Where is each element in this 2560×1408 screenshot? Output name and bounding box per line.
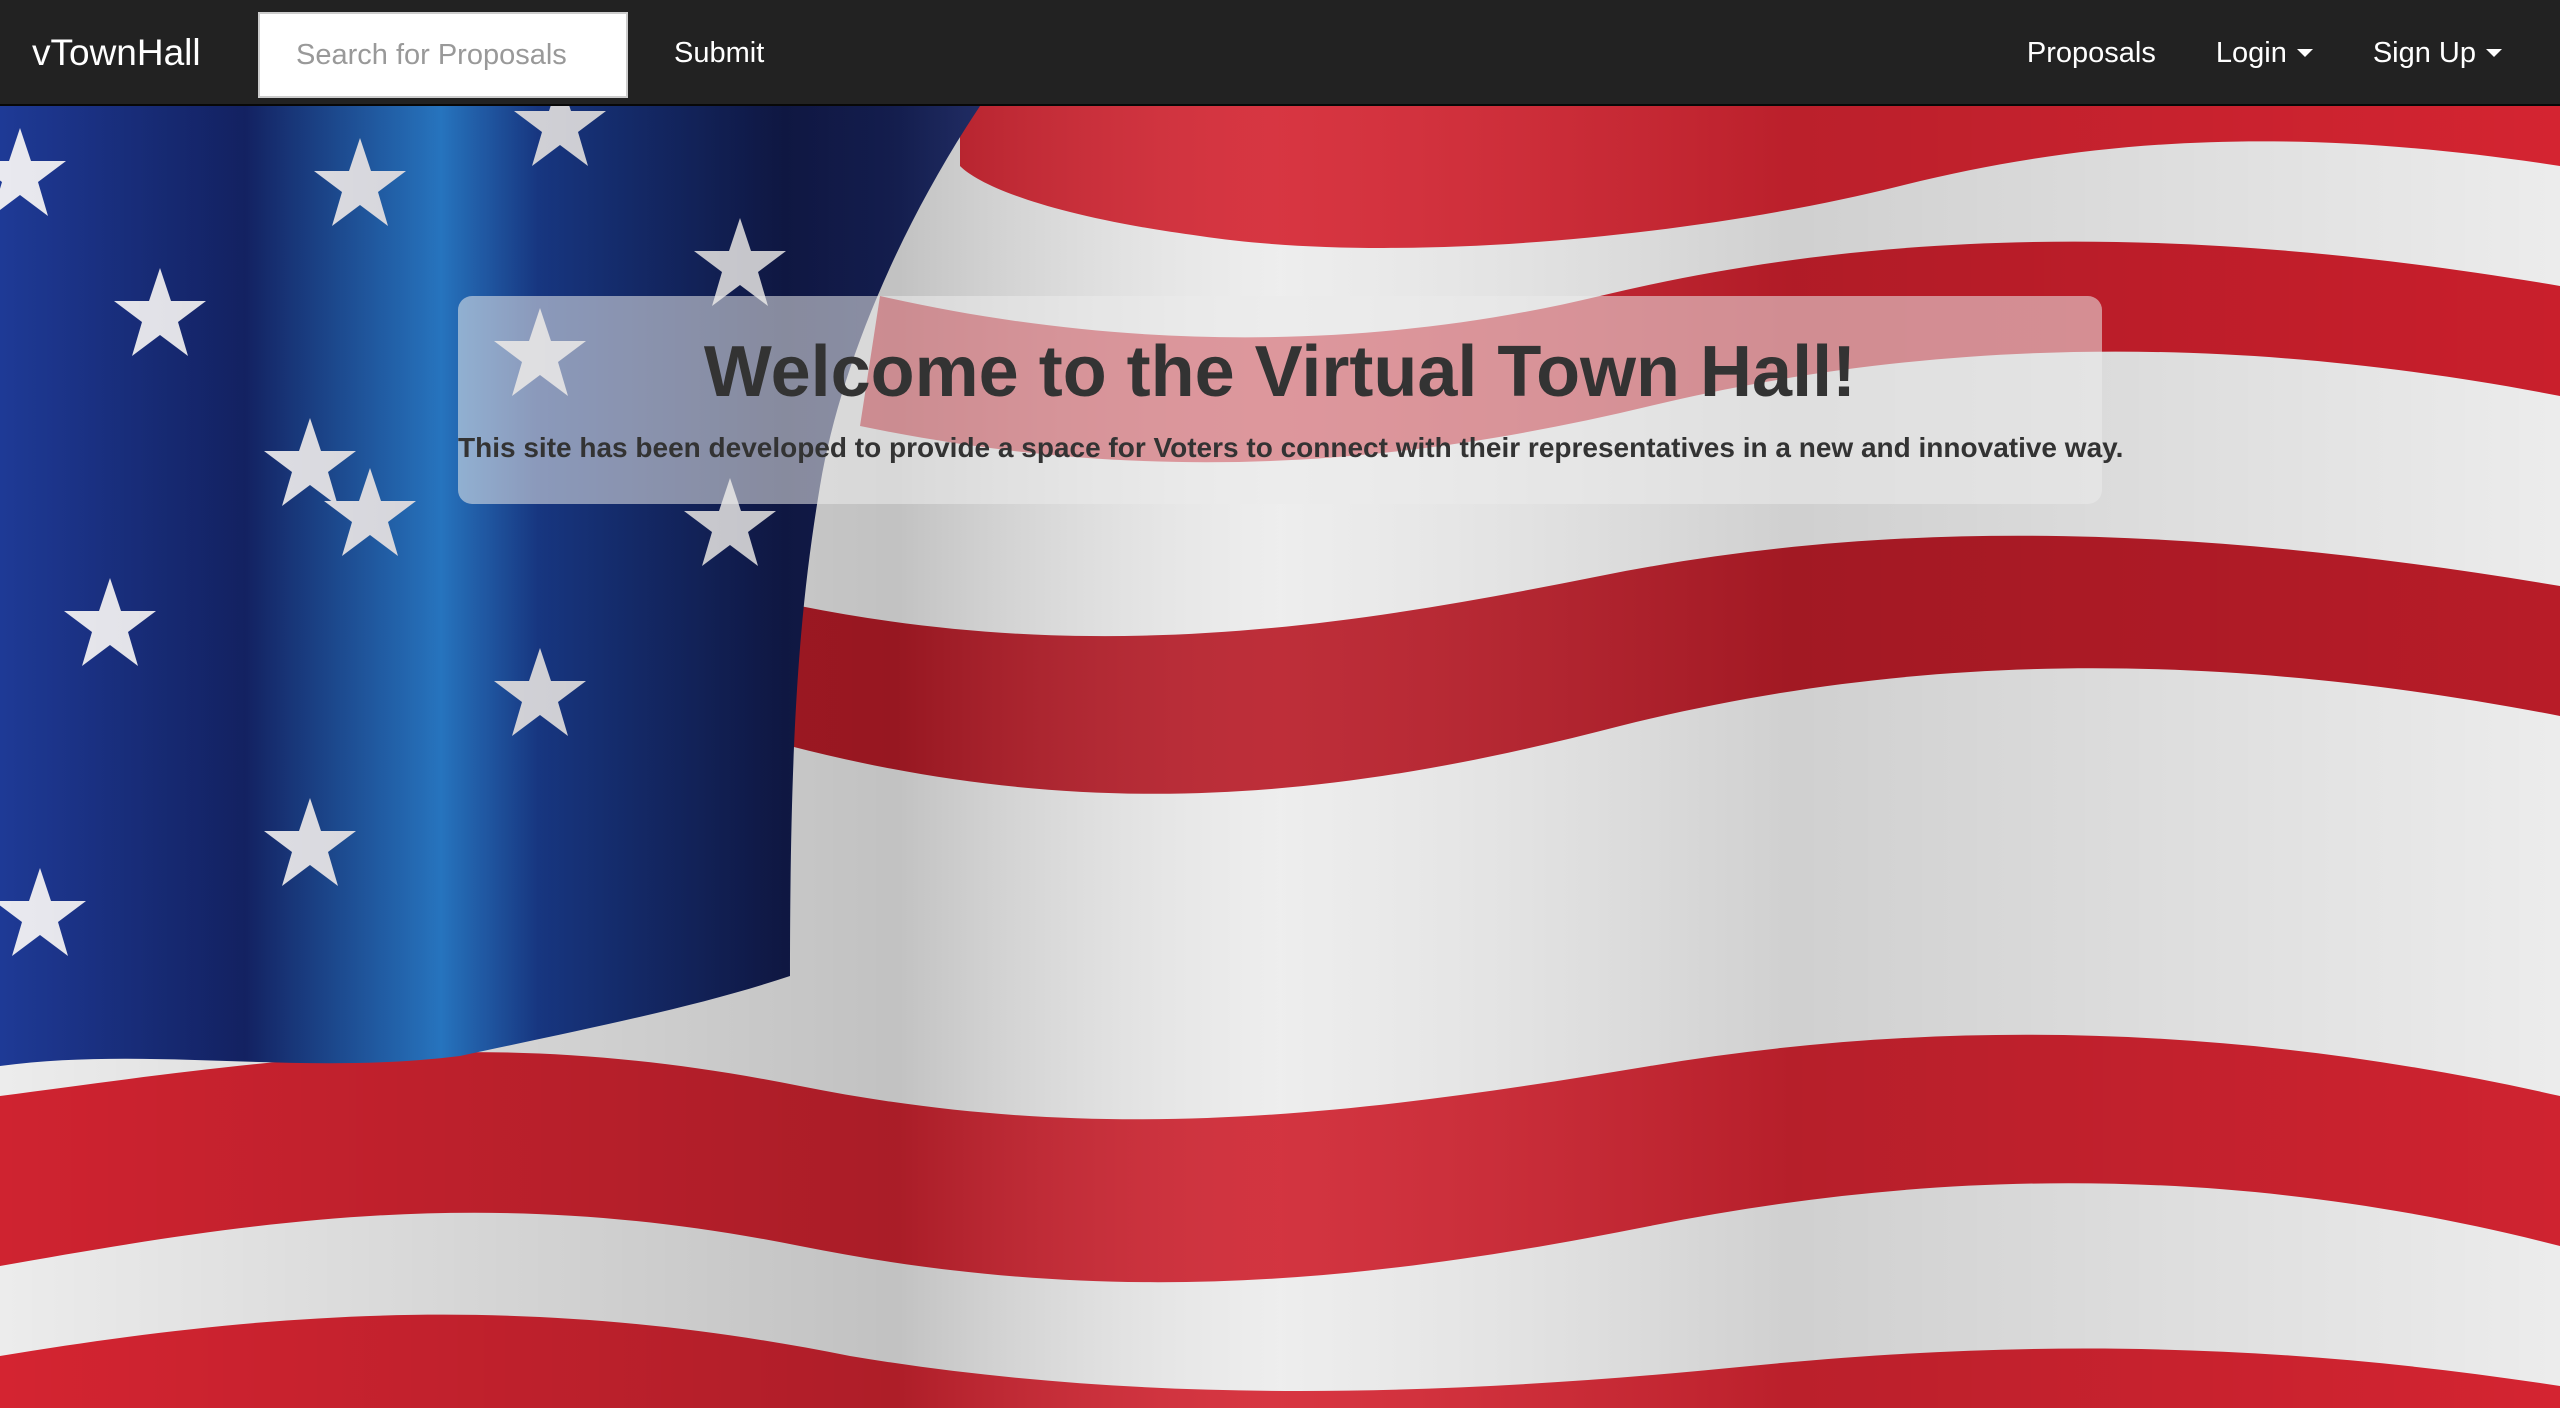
brand-logo-link[interactable]: vTownHall xyxy=(32,0,201,106)
login-dropdown-label: Login xyxy=(2215,37,2287,69)
top-navbar: vTownHall Submit Proposals Login Sign Up xyxy=(0,0,2560,106)
nav-item-proposals-label: Proposals xyxy=(2026,37,2156,69)
signup-dropdown[interactable]: Sign Up xyxy=(2353,0,2522,106)
page-title: Welcome to the Virtual Town Hall! xyxy=(703,332,1857,412)
search-proposals-input[interactable] xyxy=(258,12,628,98)
welcome-jumbotron: Welcome to the Virtual Town Hall! This s… xyxy=(458,296,2124,504)
page-subtitle: This site has been developed to provide … xyxy=(458,432,2124,463)
caret-down-icon xyxy=(2486,49,2502,57)
hero-section: Welcome to the Virtual Town Hall! This s… xyxy=(0,106,2560,1408)
login-dropdown[interactable]: Login xyxy=(2196,0,2333,106)
signup-dropdown-label: Sign Up xyxy=(2372,37,2476,69)
nav-item-proposals[interactable]: Proposals xyxy=(2007,0,2176,106)
nav-right-menu: Proposals Login Sign Up xyxy=(1987,0,2522,106)
submit-button[interactable]: Submit xyxy=(654,0,784,106)
caret-down-icon xyxy=(2296,49,2313,57)
